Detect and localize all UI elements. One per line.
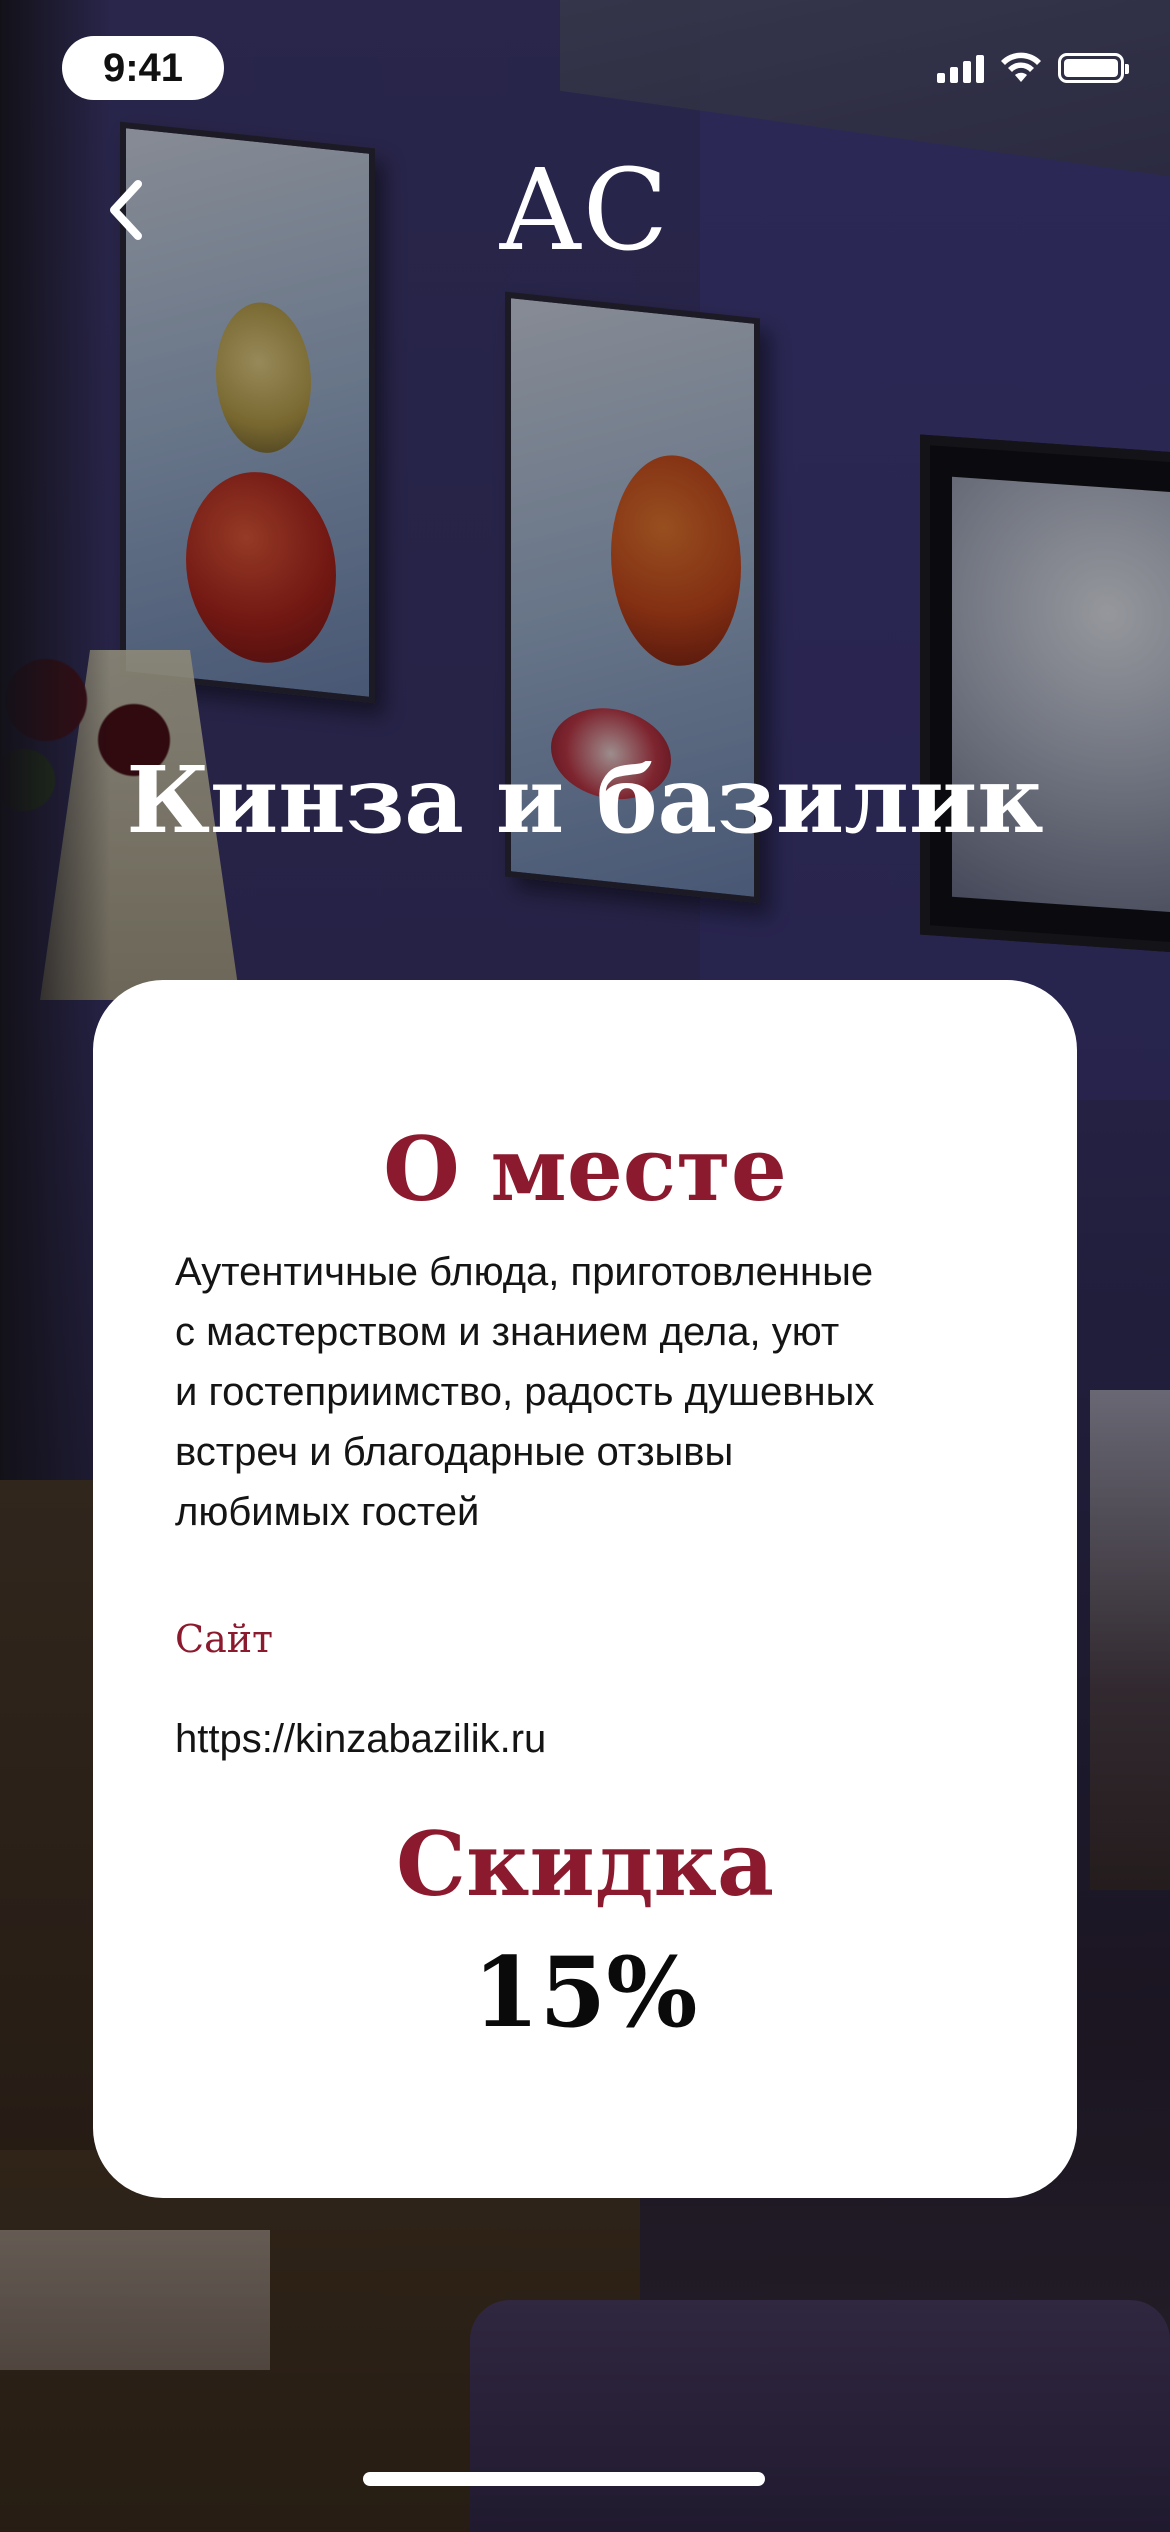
wifi-icon (1001, 52, 1041, 82)
discount-label: Скидка (395, 1812, 775, 1916)
status-bar: 9:41 (0, 0, 1170, 130)
cellular-signal-icon (937, 53, 984, 83)
venue-title: Кинза и базилик (126, 746, 1044, 854)
site-label: Сайт (175, 1617, 274, 1661)
battery-icon (1058, 53, 1129, 83)
status-icons (937, 48, 1129, 88)
app-logo: AC (499, 146, 671, 276)
discount-value: 15% (472, 1936, 698, 2049)
home-indicator[interactable] (363, 2472, 765, 2486)
status-time: 9:41 (62, 36, 224, 100)
about-heading: О месте (383, 1117, 787, 1221)
venue-info-card: О месте Аутентичные блюда, приготовленны… (93, 980, 1077, 2198)
venue-description: Аутентичные блюда, приготовленные с маст… (175, 1250, 875, 1534)
site-link[interactable]: https://kinzabazilik.ru (175, 1715, 546, 1763)
